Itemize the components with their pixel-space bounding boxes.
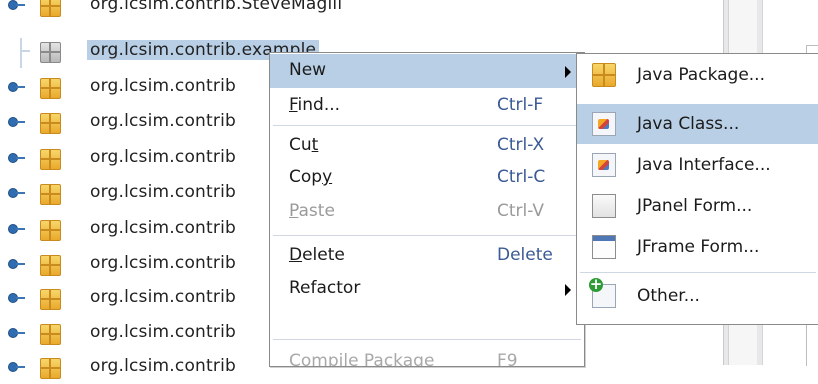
expand-handle-icon[interactable] [6,320,25,350]
package-label: org.lcsim.contrib [90,218,236,238]
package-icon [40,358,61,379]
expand-handle-icon[interactable] [6,251,25,281]
package-icon [40,255,61,276]
jpanel-form-icon [592,194,616,218]
package-icon [40,149,61,170]
shortcut-label: Ctrl-X [497,135,545,155]
expand-handle-icon[interactable] [6,285,25,315]
submenu-separator [580,272,816,273]
submenu-item-label: Java Class... [637,114,740,134]
menu-item-paste: Paste Ctrl-V [270,195,584,229]
menu-item-copy[interactable]: Copy Ctrl-C [270,161,584,195]
menu-separator [273,235,581,236]
other-template-icon [589,278,616,308]
menu-item-label: Find... [289,95,341,115]
expand-handle-icon[interactable] [6,0,25,22]
submenu-item-java-class[interactable]: Java Class... [577,104,818,144]
submenu-item-jpanel-form[interactable]: JPanel Form... [577,186,818,226]
expand-handle-icon[interactable] [6,180,25,210]
submenu-item-label: Java Interface... [637,155,771,175]
menu-item-label: New [289,60,327,80]
menu-item-refactor[interactable]: Refactor [270,272,584,306]
shortcut-label: Ctrl-V [497,201,545,221]
package-icon [40,324,61,345]
package-label: org.lcsim.contrib [90,287,236,307]
menu-item-label: Compile Package [289,351,435,366]
jframe-form-icon [592,235,616,259]
submenu-item-java-interface[interactable]: Java Interface... [577,145,818,185]
java-interface-icon [592,153,616,177]
shortcut-label: Delete [497,245,553,265]
package-label: org.lcsim.contrib.SteveMagill [90,0,343,14]
expand-handle-icon[interactable] [6,109,25,139]
submenu-item-label: Other... [637,286,700,306]
expand-handle-icon[interactable] [6,145,25,175]
submenu-item-other[interactable]: Other... [577,276,818,316]
submenu-item-label: JFrame Form... [637,237,760,257]
menu-item-delete[interactable]: Delete Delete [270,239,584,273]
package-label: org.lcsim.contrib [90,253,236,273]
submenu-item-java-package[interactable]: Java Package... [577,55,818,95]
expand-handle-icon[interactable] [6,354,25,384]
package-icon [40,289,61,310]
submenu-arrow-icon [565,66,571,78]
menu-item-label: Delete [289,245,345,265]
submenu-item-label: Java Package... [637,65,765,85]
expand-handle-icon[interactable] [6,216,25,246]
package-label: org.lcsim.contrib [90,76,236,96]
package-icon [40,78,61,99]
package-icon [40,113,61,134]
menu-separator [273,339,581,340]
package-label: org.lcsim.contrib [90,111,236,131]
java-package-icon [592,63,616,87]
menu-item-label: Copy [289,167,333,187]
package-icon [40,184,61,205]
menu-item-cut[interactable]: Cut Ctrl-X [270,129,584,163]
menu-item-compile-package: Compile Package F9 [270,343,584,366]
tree-line-icon [6,38,30,68]
submenu-arrow-icon [565,284,571,296]
package-icon [40,220,61,241]
menu-item-label: Paste [289,201,335,221]
submenu-item-jframe-form[interactable]: JFrame Form... [577,227,818,267]
shortcut-label: Ctrl-F [497,95,544,115]
new-submenu: Java Package... Java Class... Java Inter… [576,53,818,325]
package-label: org.lcsim.contrib [90,356,236,376]
empty-package-icon [40,42,61,63]
tree-row-package[interactable]: org.lcsim.contrib.SteveMagill [0,0,760,22]
shortcut-label: F9 [497,351,518,366]
package-label: org.lcsim.contrib [90,147,236,167]
package-label: org.lcsim.contrib [90,322,236,342]
menu-separator [273,125,581,126]
package-label: org.lcsim.contrib [90,182,236,202]
menu-item-new[interactable]: New [270,54,584,88]
menu-item-label: Cut [289,135,319,155]
submenu-item-label: JPanel Form... [637,196,753,216]
java-class-icon [592,112,616,136]
package-icon [40,0,61,17]
menu-item-label: Refactor [289,278,361,298]
menu-item-find[interactable]: Find... Ctrl-F [270,89,584,123]
context-menu: New Find... Ctrl-F Cut Ctrl-X Copy Ctrl-… [269,52,585,367]
shortcut-label: Ctrl-C [497,167,546,187]
expand-handle-icon[interactable] [6,74,25,104]
